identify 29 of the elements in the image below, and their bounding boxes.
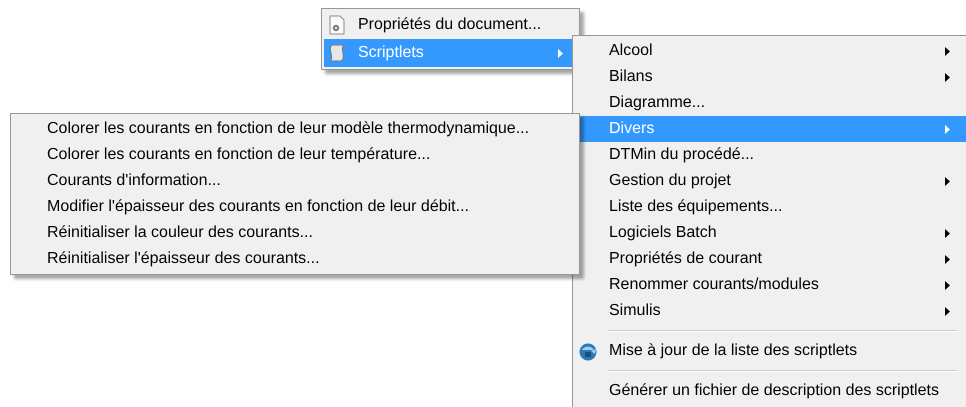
submenu-arrow-icon — [558, 48, 563, 58]
submenu-arrow-icon — [945, 228, 950, 238]
submenu-arrow-icon — [945, 176, 950, 186]
menu-item[interactable]: Renommer courants/modules — [575, 272, 966, 298]
document-icon — [327, 15, 347, 35]
menu-item[interactable]: Colorer les courants en fonction de leur modèle thermodynamique... — [13, 116, 577, 142]
menu-item[interactable]: Gestion du projet — [575, 168, 966, 194]
menu-item[interactable]: Réinitialiser la couleur des courants... — [13, 220, 577, 246]
menu-item[interactable]: Colorer les courants en fonction de leur température... — [13, 142, 577, 168]
menu-item[interactable]: Alcool — [575, 38, 966, 64]
menu-item[interactable]: Réinitialiser l'épaisseur des courants... — [13, 246, 577, 272]
menu-item[interactable]: Modifier l'épaisseur des courants en fonction de leur débit... — [13, 194, 577, 220]
menu-item[interactable]: Diagramme... — [575, 90, 966, 116]
submenu-arrow-icon — [945, 280, 950, 290]
submenu-arrow-icon — [945, 72, 950, 82]
scroll-icon — [327, 43, 347, 63]
submenu-arrow-icon — [945, 124, 950, 134]
submenu-arrow-icon — [945, 254, 950, 264]
update-icon — [578, 342, 598, 362]
submenu-arrow-icon — [945, 306, 950, 316]
menu-item[interactable]: Logiciels Batch — [575, 220, 966, 246]
menu-item[interactable]: Bilans — [575, 64, 966, 90]
menu-item[interactable]: Mise à jour de la liste des scriptlets — [575, 338, 966, 364]
submenu-arrow-icon — [945, 46, 950, 56]
menu-item[interactable]: Générer un fichier de description des scriptlets — [575, 378, 966, 404]
menu-item[interactable]: Propriétés de courant — [575, 246, 966, 272]
menu-item[interactable]: Simulis — [575, 298, 966, 324]
menu-item[interactable]: Propriétés du document... — [324, 11, 577, 39]
menu-item[interactable]: Courants d'information... — [13, 168, 577, 194]
